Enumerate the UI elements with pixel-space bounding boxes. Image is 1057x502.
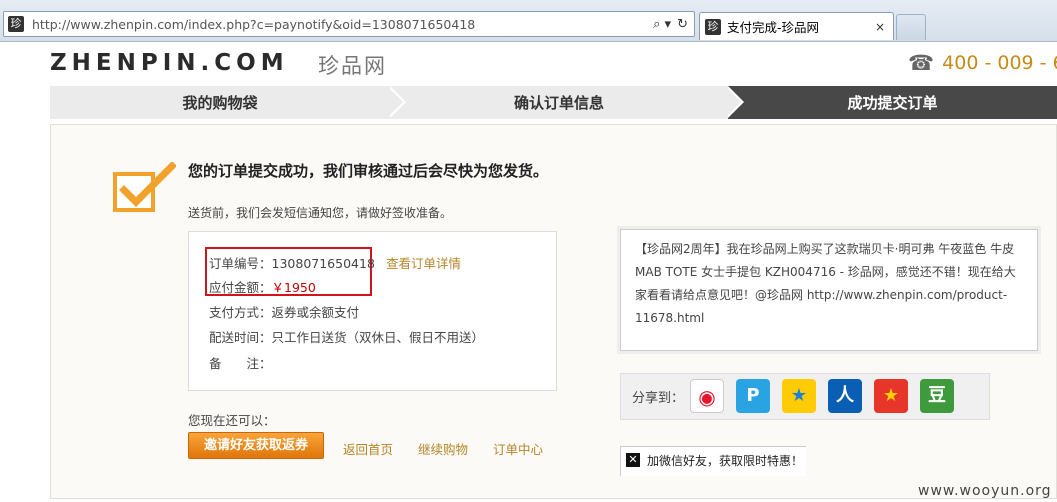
site-logo-cn[interactable]: 珍品网 [318, 50, 387, 80]
continue-shopping-link[interactable]: 继续购物 [418, 439, 468, 458]
wechat-promo-text[interactable]: 加微信好友，获取限时特惠！ [647, 452, 803, 469]
success-title: 您的订单提交成功，我们审核通过后会尽快为您发货。 [188, 162, 549, 180]
order-number: 1308071650418 [271, 256, 375, 271]
delivery-notice: 送货前，我们会发短信通知您，请做好签收准备。 [188, 206, 453, 220]
amount-label: 应付金额： [209, 280, 272, 295]
renren-icon[interactable]: 人 [828, 379, 862, 413]
checkout-steps: 我的购物袋 确认订单信息 成功提交订单 [50, 86, 1057, 119]
payment-value: 返券或余额支付 [271, 305, 360, 320]
step-divider [387, 86, 403, 118]
address-url[interactable]: http://www.zhenpin.com/index.php?c=payno… [32, 17, 653, 32]
browser-tab[interactable]: 珍 支付完成-珍品网 × [699, 12, 894, 40]
site-logo[interactable]: ZHENPIN.COM [50, 50, 289, 76]
close-icon[interactable]: ✕ [626, 453, 640, 467]
order-detail-link[interactable]: 查看订单详情 [386, 253, 461, 272]
order-number-row: 订单编号：1308071650418 [209, 253, 375, 272]
weibo-icon[interactable]: ◉ [690, 379, 724, 413]
site-favicon-icon: 珍 [8, 16, 24, 32]
note-row: 备 注： [209, 353, 272, 372]
order-center-link[interactable]: 订单中心 [493, 439, 543, 458]
search-dropdown-icon[interactable]: ⌕ ▾ [653, 17, 671, 32]
step-divider [725, 86, 741, 118]
tencent-weibo-icon[interactable]: P [736, 379, 770, 413]
checkmark-icon [113, 162, 176, 212]
tab-close-icon[interactable]: × [873, 20, 887, 34]
qzone-icon[interactable]: ★ [782, 379, 816, 413]
hotline-number: 400 - 009 - 66 [942, 52, 1057, 74]
next-actions-label: 您现在还可以： [188, 413, 276, 428]
phone-icon: ☎ [908, 51, 935, 75]
payment-row: 支付方式：返券或余额支付 [209, 302, 359, 321]
tab-title: 支付完成-珍品网 [727, 20, 820, 35]
note-label: 备 注： [209, 356, 272, 371]
new-tab-button[interactable] [896, 14, 926, 40]
invite-friends-button[interactable]: 邀请好友获取返券 [188, 432, 324, 459]
delivery-label: 配送时间： [209, 330, 272, 345]
amount-value: ￥1950 [271, 280, 316, 295]
step-cart: 我的购物袋 [50, 86, 390, 119]
home-link[interactable]: 返回首页 [343, 439, 393, 458]
order-number-label: 订单编号： [209, 256, 272, 271]
douban-icon[interactable]: 豆 [920, 379, 954, 413]
refresh-icon[interactable]: ↻ [677, 17, 688, 32]
delivery-row: 配送时间：只工作日送货（双休日、假日不用送） [209, 327, 484, 346]
delivery-value: 只工作日送货（双休日、假日不用送） [271, 330, 485, 345]
share-label: 分享到： [632, 391, 685, 406]
share-text-box[interactable]: 【珍品网2周年】我在珍品网上购买了这款瑞贝卡·明可弗 午夜蓝色 牛皮 MAB T… [620, 229, 1038, 351]
tab-favicon-icon: 珍 [705, 18, 721, 35]
step-order-submitted: 成功提交订单 [728, 86, 1057, 119]
step-confirm-order: 确认订单信息 [390, 86, 728, 119]
hotline: ☎ 400 - 009 - 66 [908, 51, 1057, 75]
kaixin-icon[interactable]: ★ [874, 379, 908, 413]
address-bar[interactable]: 珍 http://www.zhenpin.com/index.php?c=pay… [3, 11, 695, 37]
amount-row: 应付金额：￥1950 [209, 277, 316, 296]
payment-label: 支付方式： [209, 305, 272, 320]
watermark: www.wooyun.org [918, 483, 1052, 499]
